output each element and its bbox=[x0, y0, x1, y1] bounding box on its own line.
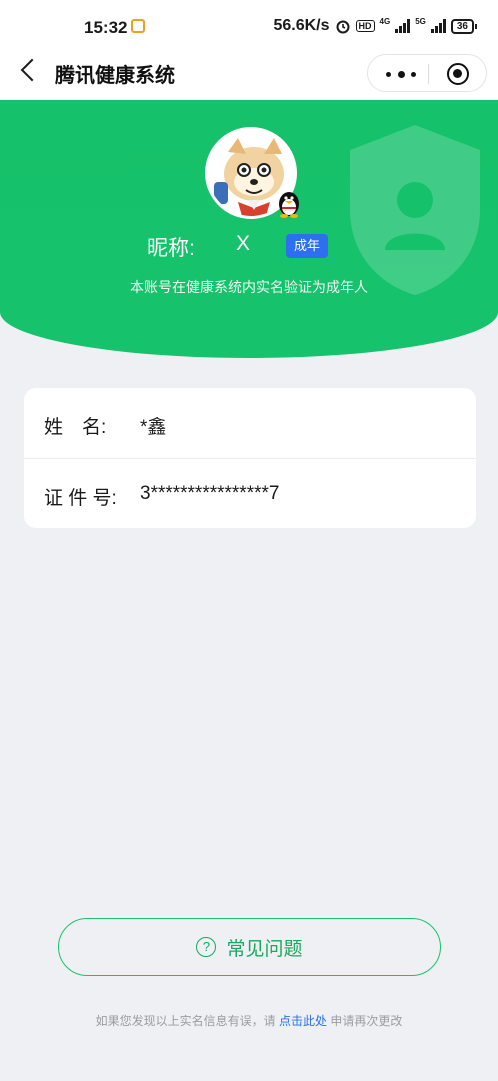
qq-penguin-icon bbox=[279, 192, 299, 218]
notification-icon bbox=[131, 19, 145, 33]
close-miniprogram-icon[interactable] bbox=[447, 63, 469, 85]
verification-text: 本账号在健康系统内实名验证为成年人 bbox=[130, 279, 368, 295]
footer-suffix: 申请再次更改 bbox=[327, 1014, 403, 1028]
help-icon: ? bbox=[196, 937, 217, 957]
faq-label: 常见问题 bbox=[226, 938, 303, 960]
hd-icon: HD bbox=[355, 20, 375, 32]
signal-icon bbox=[395, 19, 411, 33]
status-indicators: 56.6K/s HD 4G 5G 36 bbox=[273, 17, 478, 35]
footer-prefix: 如果您发现以上实名信息有误，请 bbox=[95, 1014, 279, 1028]
identity-card: 姓 名: *鑫 证 件 号: 3****************7 bbox=[24, 388, 476, 528]
id-row: 证 件 号: 3****************7 bbox=[24, 458, 476, 528]
name-row: 姓 名: *鑫 bbox=[24, 388, 476, 458]
id-label: 证 件 号: bbox=[44, 488, 117, 509]
name-value: *鑫 bbox=[140, 417, 167, 438]
more-icon[interactable] bbox=[386, 67, 416, 81]
status-time: 15:32 bbox=[84, 18, 128, 37]
id-value: 3****************7 bbox=[140, 483, 280, 504]
nickname-label: 昵称: bbox=[147, 237, 195, 260]
network-speed: 56.6K/s bbox=[273, 17, 330, 34]
signal-icon-2 bbox=[430, 19, 446, 33]
page-title: 腾讯健康系统 bbox=[55, 65, 175, 87]
adult-badge: 成年 bbox=[286, 234, 328, 258]
back-arrow-icon[interactable] bbox=[20, 58, 44, 82]
shield-icon bbox=[350, 125, 480, 295]
net-4g-label: 4G bbox=[379, 17, 391, 26]
net-5g-label: 5G bbox=[415, 17, 426, 26]
alarm-icon bbox=[336, 20, 350, 34]
modify-link[interactable]: 点击此处 bbox=[279, 1014, 327, 1028]
capsule-divider bbox=[428, 64, 429, 84]
miniprogram-capsule bbox=[367, 54, 487, 92]
battery-icon: 36 bbox=[450, 18, 478, 34]
name-label: 姓 名: bbox=[44, 417, 107, 438]
footer-note: 如果您发现以上实名信息有误，请 点击此处 申请再次更改 bbox=[0, 1012, 498, 1029]
nav-bar: 腾讯健康系统 bbox=[0, 44, 498, 100]
nickname-value: X bbox=[236, 232, 251, 255]
faq-button[interactable]: ? 常见问题 bbox=[58, 918, 441, 976]
